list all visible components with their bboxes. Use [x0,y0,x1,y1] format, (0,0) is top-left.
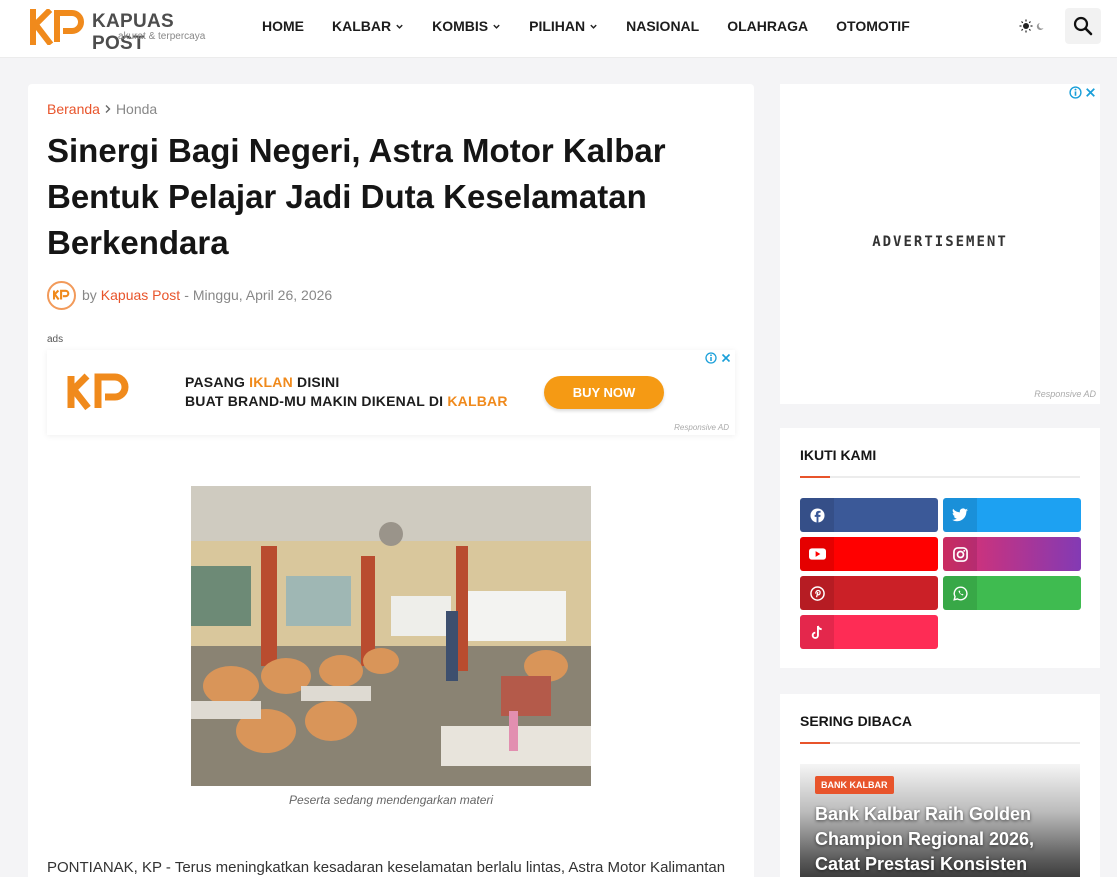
popular-widget-title: SERING DIBACA [800,713,913,729]
search-button[interactable] [1065,8,1101,44]
article-card: Beranda Honda Sinergi Bagi Negeri, Astra… [28,84,754,877]
breadcrumb-home-link[interactable]: Beranda [47,101,100,117]
nav-home[interactable]: HOME [262,18,304,34]
ad-headline: PASANG IKLAN DISINI [185,374,340,390]
popular-widget: SERING DIBACA BANK KALBAR Bank Kalbar Ra… [780,694,1100,877]
category-badge[interactable]: BANK KALBAR [815,776,894,794]
kp-logo-mark-icon [52,289,69,301]
chevron-down-icon [493,24,500,29]
ad-choices[interactable] [705,352,732,364]
nav-otomotif[interactable]: OTOMOTIF [836,18,910,34]
main-nav: HOME KALBAR KOMBIS PILIHAN NASIONAL OLAH… [248,0,924,52]
nav-kombis[interactable]: KOMBIS [432,18,501,34]
nav-nasional[interactable]: NASIONAL [626,18,699,34]
pinterest-icon [800,576,834,610]
follow-widget: IKUTI KAMI [780,428,1100,668]
buy-now-button[interactable]: BUY NOW [544,376,664,409]
photo-caption: Peserta sedang mendengarkan materi [288,793,494,807]
ads-label: ads [47,334,64,345]
nav-kombis-label: KOMBIS [432,18,489,34]
breadcrumb: Beranda Honda [47,101,157,117]
ad-choices[interactable] [1069,86,1097,99]
ad-subline: BUAT BRAND-MU MAKIN DIKENAL DI KALBAR [185,393,508,409]
whatsapp-icon [943,576,977,610]
breadcrumb-current-link[interactable]: Honda [116,101,157,117]
kp-logo-mark-icon [67,373,129,411]
author-link[interactable]: Kapuas Post [101,287,180,303]
advertisement-text: ADVERTISEMENT [872,234,1008,250]
widget-divider [800,742,1080,744]
twitter-link[interactable] [943,498,1081,532]
instagram-icon [943,537,977,571]
nav-pilihan-label: PILIHAN [529,18,586,34]
classroom-photo [191,486,591,786]
chevron-down-icon [590,24,597,29]
site-header: KAPUAS POST akurat & terpercaya HOME KAL… [0,0,1117,58]
nav-kalbar[interactable]: KALBAR [332,18,404,34]
responsive-ad-label: Responsive AD [674,423,729,432]
sidebar-ad[interactable]: ADVERTISEMENT Responsive AD [780,84,1100,404]
close-icon[interactable] [1084,86,1097,99]
site-tagline: akurat & terpercaya [118,31,206,42]
nav-olahraga[interactable]: OLAHRAGA [727,18,808,34]
twitter-icon [943,498,977,532]
nav-nasional-label: NASIONAL [626,18,700,34]
article-lead: PONTIANAK, KP - Terus meningkatkan kesad… [47,859,726,876]
popular-post-card[interactable]: BANK KALBAR Bank Kalbar Raih Golden Cham… [800,764,1080,877]
nav-olahraga-label: OLAHRAGA [727,18,809,34]
whatsapp-link[interactable] [943,576,1081,610]
theme-toggle[interactable] [1018,17,1048,35]
publish-date: Minggu, April 26, 2026 [192,287,333,303]
pinterest-link[interactable] [800,576,938,610]
facebook-icon [800,498,834,532]
popular-post-title[interactable]: Bank Kalbar Raih Golden Champion Regiona… [815,802,1075,877]
chevron-down-icon [396,24,403,29]
info-icon[interactable] [705,352,717,364]
instagram-link[interactable] [943,537,1081,571]
tiktok-link[interactable] [800,615,938,649]
widget-divider [800,476,1080,478]
follow-widget-title: IKUTI KAMI [800,447,877,463]
youtube-icon [800,537,834,571]
byline-prefix: by [82,287,97,303]
close-icon[interactable] [720,352,732,364]
ad-banner[interactable]: PASANG IKLAN DISINI BUAT BRAND-MU MAKIN … [47,350,735,435]
article-meta: by Kapuas Post - Minggu, April 26, 2026 [47,280,332,310]
nav-pilihan[interactable]: PILIHAN [529,18,598,34]
info-icon[interactable] [1069,86,1082,99]
site-logo[interactable]: KAPUAS POST akurat & terpercaya [30,9,230,54]
kp-logo-mark-icon [30,9,84,45]
responsive-ad-label: Responsive AD [1034,389,1096,399]
tiktok-icon [800,615,834,649]
nav-home-label: HOME [262,18,304,34]
search-icon [1073,16,1093,36]
article-title: Sinergi Bagi Negeri, Astra Motor Kalbar … [47,132,666,261]
chevron-right-icon [105,105,111,113]
date-separator: - [184,287,189,303]
sun-moon-icon [1019,19,1044,33]
youtube-link[interactable] [800,537,938,571]
facebook-link[interactable] [800,498,938,532]
nav-otomotif-label: OTOMOTIF [836,18,910,34]
article-photo[interactable] [191,486,591,786]
nav-kalbar-label: KALBAR [332,18,392,34]
author-avatar[interactable] [47,280,76,310]
